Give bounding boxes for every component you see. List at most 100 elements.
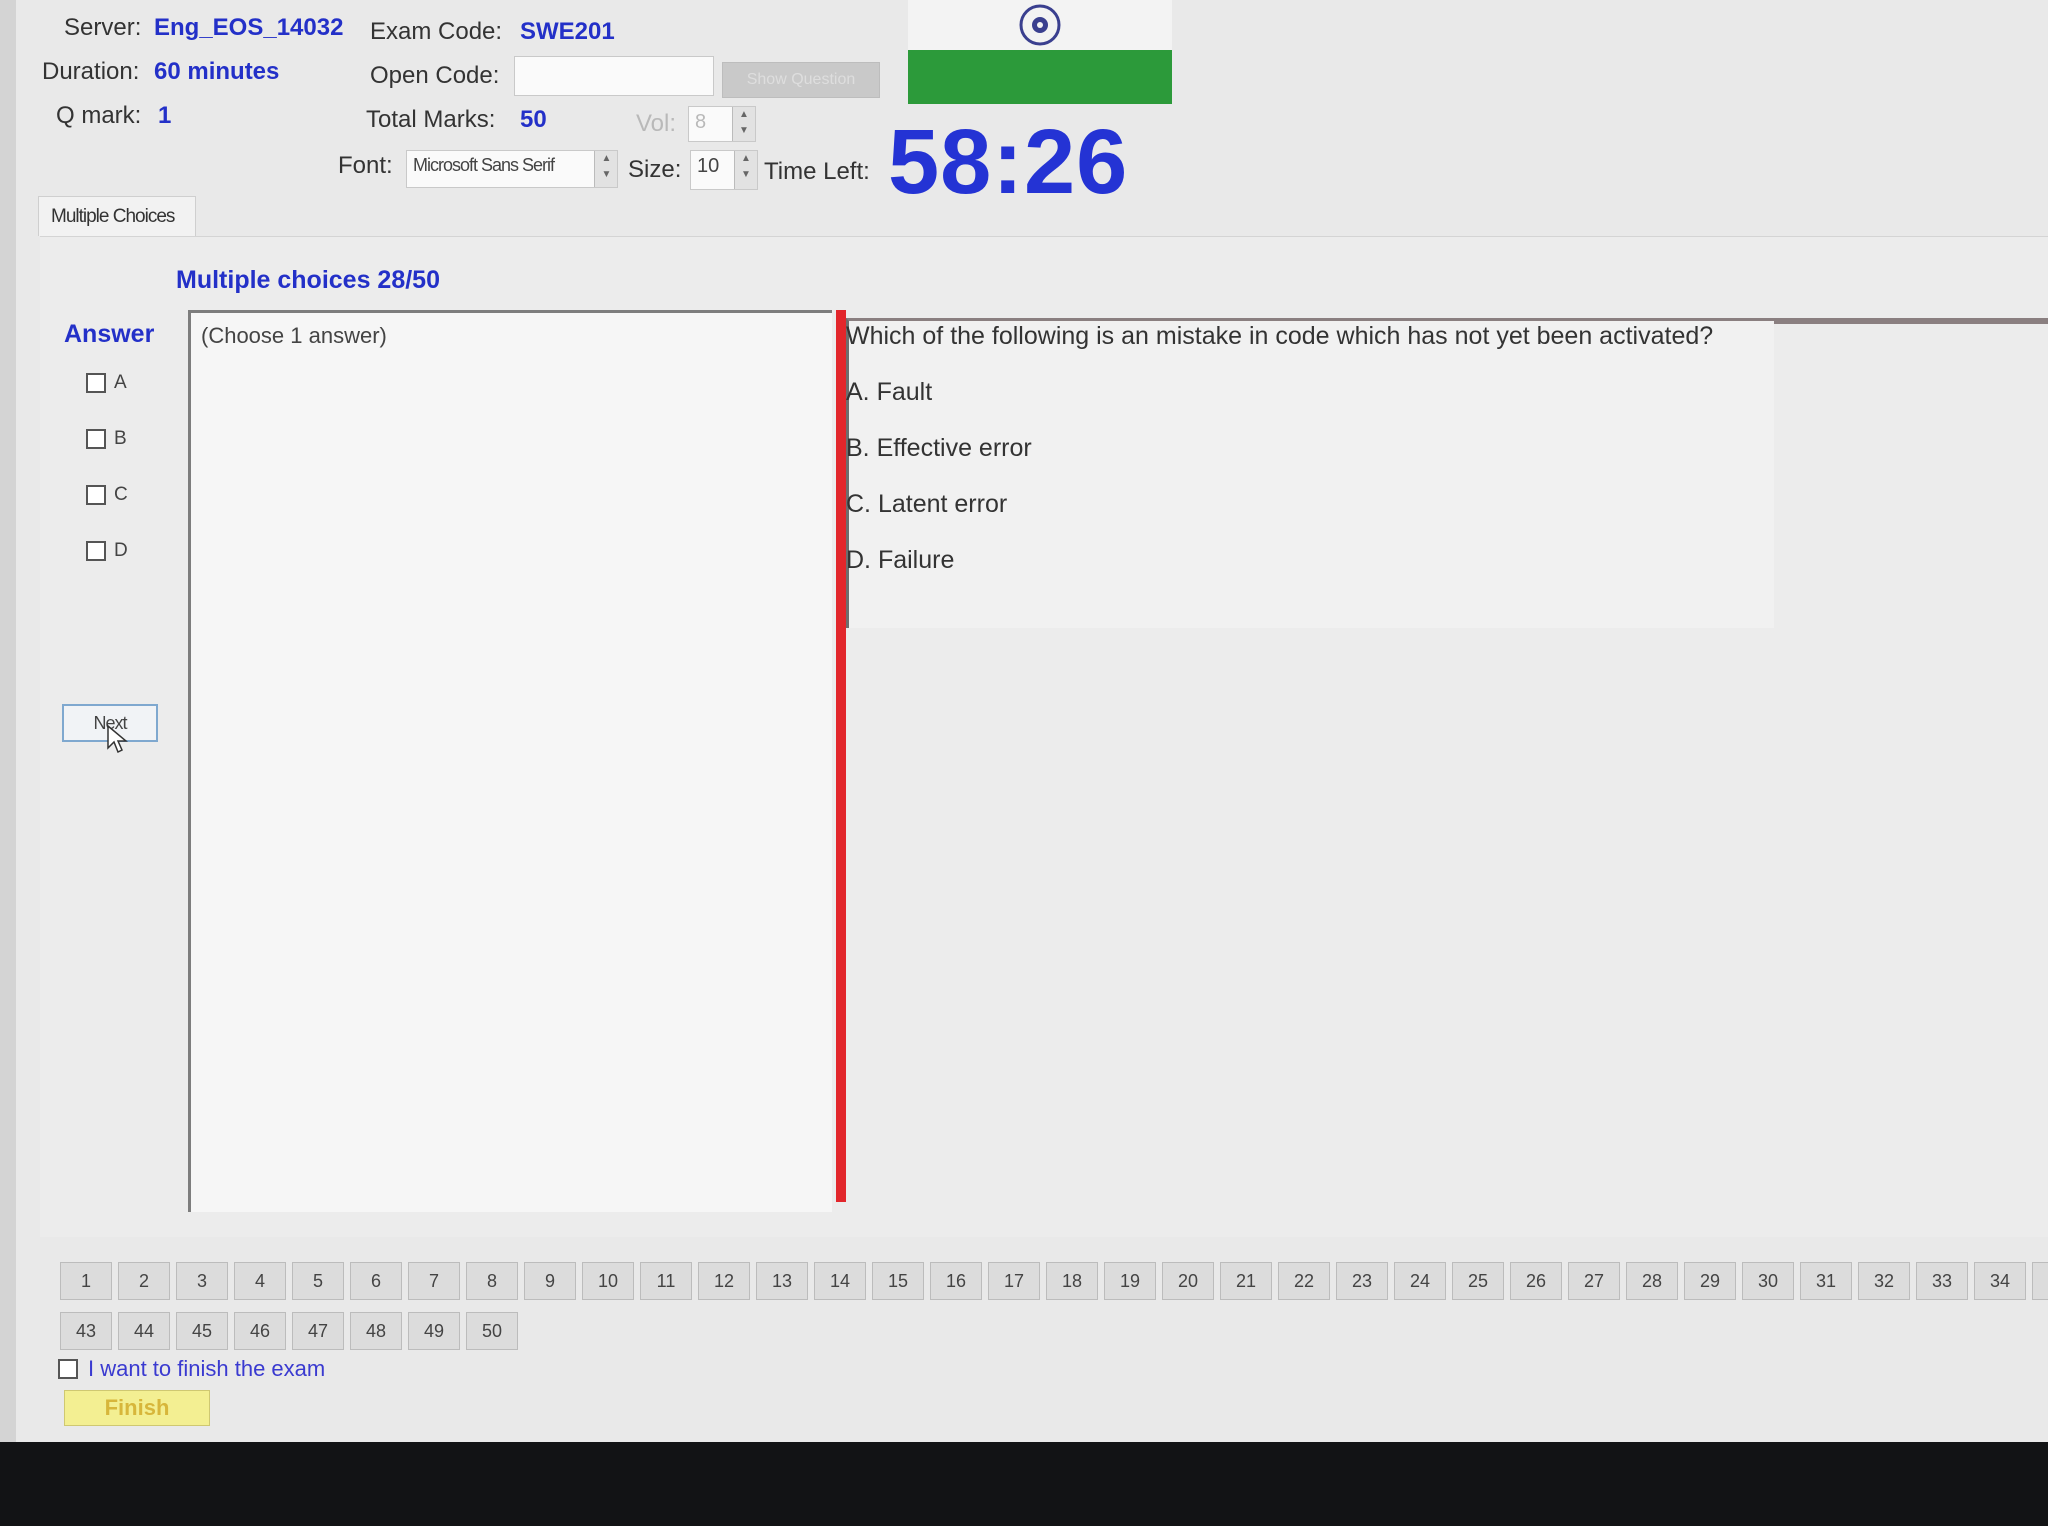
question-number-button[interactable]: 48: [350, 1312, 402, 1350]
monitor-bezel: [0, 1442, 2048, 1526]
duration-value: 60 minutes: [154, 58, 280, 85]
vol-stepper[interactable]: 8 ▲ ▼: [688, 106, 756, 142]
question-number-button[interactable]: 45: [176, 1312, 228, 1350]
size-label: Size:: [628, 156, 682, 183]
question-number-button[interactable]: 44: [118, 1312, 170, 1350]
choice-a: A. Fault: [846, 378, 933, 406]
question-number-button[interactable]: 14: [814, 1262, 866, 1300]
size-stepper[interactable]: 10 ▲ ▼: [690, 150, 758, 190]
exam-client-window: Server: Eng_EOS_14032 Exam Code: SWE201 …: [0, 0, 2048, 1442]
question-number-button[interactable]: 4: [234, 1262, 286, 1300]
time-left-value: 58:26: [888, 111, 1129, 213]
question-number-button[interactable]: 8: [466, 1262, 518, 1300]
question-number-button[interactable]: 28: [1626, 1262, 1678, 1300]
section-title: Multiple choices 28/50: [176, 266, 440, 294]
question-content-area: [846, 318, 1774, 628]
q-mark-label: Q mark:: [56, 102, 142, 129]
question-number-button[interactable]: 10: [582, 1262, 634, 1300]
answer-option-label: B: [114, 428, 127, 449]
question-number-button[interactable]: 30: [1742, 1262, 1794, 1300]
question-number-button[interactable]: 5: [292, 1262, 344, 1300]
answer-option-label: A: [114, 372, 127, 393]
choice-c: C. Latent error: [846, 490, 1008, 518]
question-text: Which of the following is an mistake in …: [846, 322, 1714, 350]
question-number-button[interactable]: 20: [1162, 1262, 1214, 1300]
question-number-button[interactable]: 3: [176, 1262, 228, 1300]
question-number-button[interactable]: 1: [60, 1262, 112, 1300]
answer-text-area[interactable]: (Choose 1 answer): [188, 310, 832, 1212]
finish-checkbox-label: I want to finish the exam: [88, 1356, 326, 1381]
choice-b: B. Effective error: [846, 434, 1032, 462]
vol-value: 8: [695, 111, 707, 133]
size-value: 10: [697, 155, 720, 177]
font-select[interactable]: Microsoft Sans Serif ▲ ▼: [406, 150, 618, 188]
question-number-button[interactable]: 34: [1974, 1262, 2026, 1300]
checkbox-icon[interactable]: [58, 1359, 78, 1379]
show-question-button[interactable]: Show Question: [722, 62, 880, 98]
question-area-border: [1774, 318, 2048, 324]
open-code-label: Open Code:: [370, 62, 500, 89]
question-number-button[interactable]: 35: [2032, 1262, 2048, 1300]
question-number-button[interactable]: 32: [1858, 1262, 1910, 1300]
tab-multiple-choices[interactable]: Multiple Choices: [38, 196, 196, 236]
question-number-button[interactable]: 22: [1278, 1262, 1330, 1300]
size-spin-icon[interactable]: ▲ ▼: [734, 151, 757, 189]
answer-option-label: D: [114, 540, 128, 561]
question-number-button[interactable]: 18: [1046, 1262, 1098, 1300]
server-value: Eng_EOS_14032: [154, 14, 344, 41]
answer-option-a[interactable]: A: [86, 372, 127, 394]
question-number-button[interactable]: 12: [698, 1262, 750, 1300]
question-nav-row-1: 1 2 3 4 5 6 7 8 9 10 11 12 13 14 15 16 17 18 19 20 21 22 23 24 2…: [60, 1262, 2048, 1300]
question-number-button[interactable]: 21: [1220, 1262, 1272, 1300]
question-number-button[interactable]: 9: [524, 1262, 576, 1300]
font-label: Font:: [338, 152, 393, 179]
answer-option-d[interactable]: D: [86, 540, 128, 562]
finish-button[interactable]: Finish: [64, 1390, 210, 1426]
answer-option-b[interactable]: B: [86, 428, 127, 450]
open-code-input[interactable]: [514, 56, 714, 96]
server-label: Server:: [64, 14, 142, 41]
font-spin-icon[interactable]: ▲ ▼: [594, 151, 617, 187]
finish-confirm[interactable]: I want to finish the exam: [58, 1356, 325, 1382]
answer-title: Answer: [64, 320, 155, 348]
vol-spin-icon[interactable]: ▲ ▼: [732, 107, 755, 141]
question-number-button[interactable]: 15: [872, 1262, 924, 1300]
question-number-button[interactable]: 24: [1394, 1262, 1446, 1300]
checkbox-icon[interactable]: [86, 541, 106, 561]
question-number-button[interactable]: 26: [1510, 1262, 1562, 1300]
question-number-button[interactable]: 33: [1916, 1262, 1968, 1300]
question-number-button[interactable]: 7: [408, 1262, 460, 1300]
answer-option-label: C: [114, 484, 128, 505]
question-number-button[interactable]: 19: [1104, 1262, 1156, 1300]
question-number-button[interactable]: 11: [640, 1262, 692, 1300]
question-number-button[interactable]: 27: [1568, 1262, 1620, 1300]
question-number-button[interactable]: 16: [930, 1262, 982, 1300]
exam-code-value: SWE201: [520, 18, 615, 45]
answer-option-c[interactable]: C: [86, 484, 128, 506]
question-number-button[interactable]: 31: [1800, 1262, 1852, 1300]
question-number-button[interactable]: 2: [118, 1262, 170, 1300]
checkbox-icon[interactable]: [86, 485, 106, 505]
question-number-button[interactable]: 50: [466, 1312, 518, 1350]
question-number-button[interactable]: 6: [350, 1262, 402, 1300]
checkbox-icon[interactable]: [86, 373, 106, 393]
question-number-button[interactable]: 29: [1684, 1262, 1736, 1300]
checkbox-icon[interactable]: [86, 429, 106, 449]
window-edge: [0, 0, 16, 1442]
question-number-button[interactable]: 25: [1452, 1262, 1504, 1300]
vol-label: Vol:: [636, 110, 677, 137]
question-number-button[interactable]: 23: [1336, 1262, 1388, 1300]
question-number-button[interactable]: 43: [60, 1312, 112, 1350]
choice-d: D. Failure: [846, 546, 955, 574]
question-number-button[interactable]: 49: [408, 1312, 460, 1350]
splitter-bar[interactable]: [836, 310, 846, 1202]
question-number-button[interactable]: 47: [292, 1312, 344, 1350]
question-number-button[interactable]: 13: [756, 1262, 808, 1300]
total-marks-label: Total Marks:: [366, 106, 496, 133]
exam-code-label: Exam Code:: [370, 18, 503, 45]
question-nav-row-2: 43 44 45 46 47 48 49 50: [60, 1312, 518, 1350]
time-left-label: Time Left:: [764, 158, 870, 185]
question-number-button[interactable]: 17: [988, 1262, 1040, 1300]
answer-hint: (Choose 1 answer): [201, 323, 387, 348]
question-number-button[interactable]: 46: [234, 1312, 286, 1350]
